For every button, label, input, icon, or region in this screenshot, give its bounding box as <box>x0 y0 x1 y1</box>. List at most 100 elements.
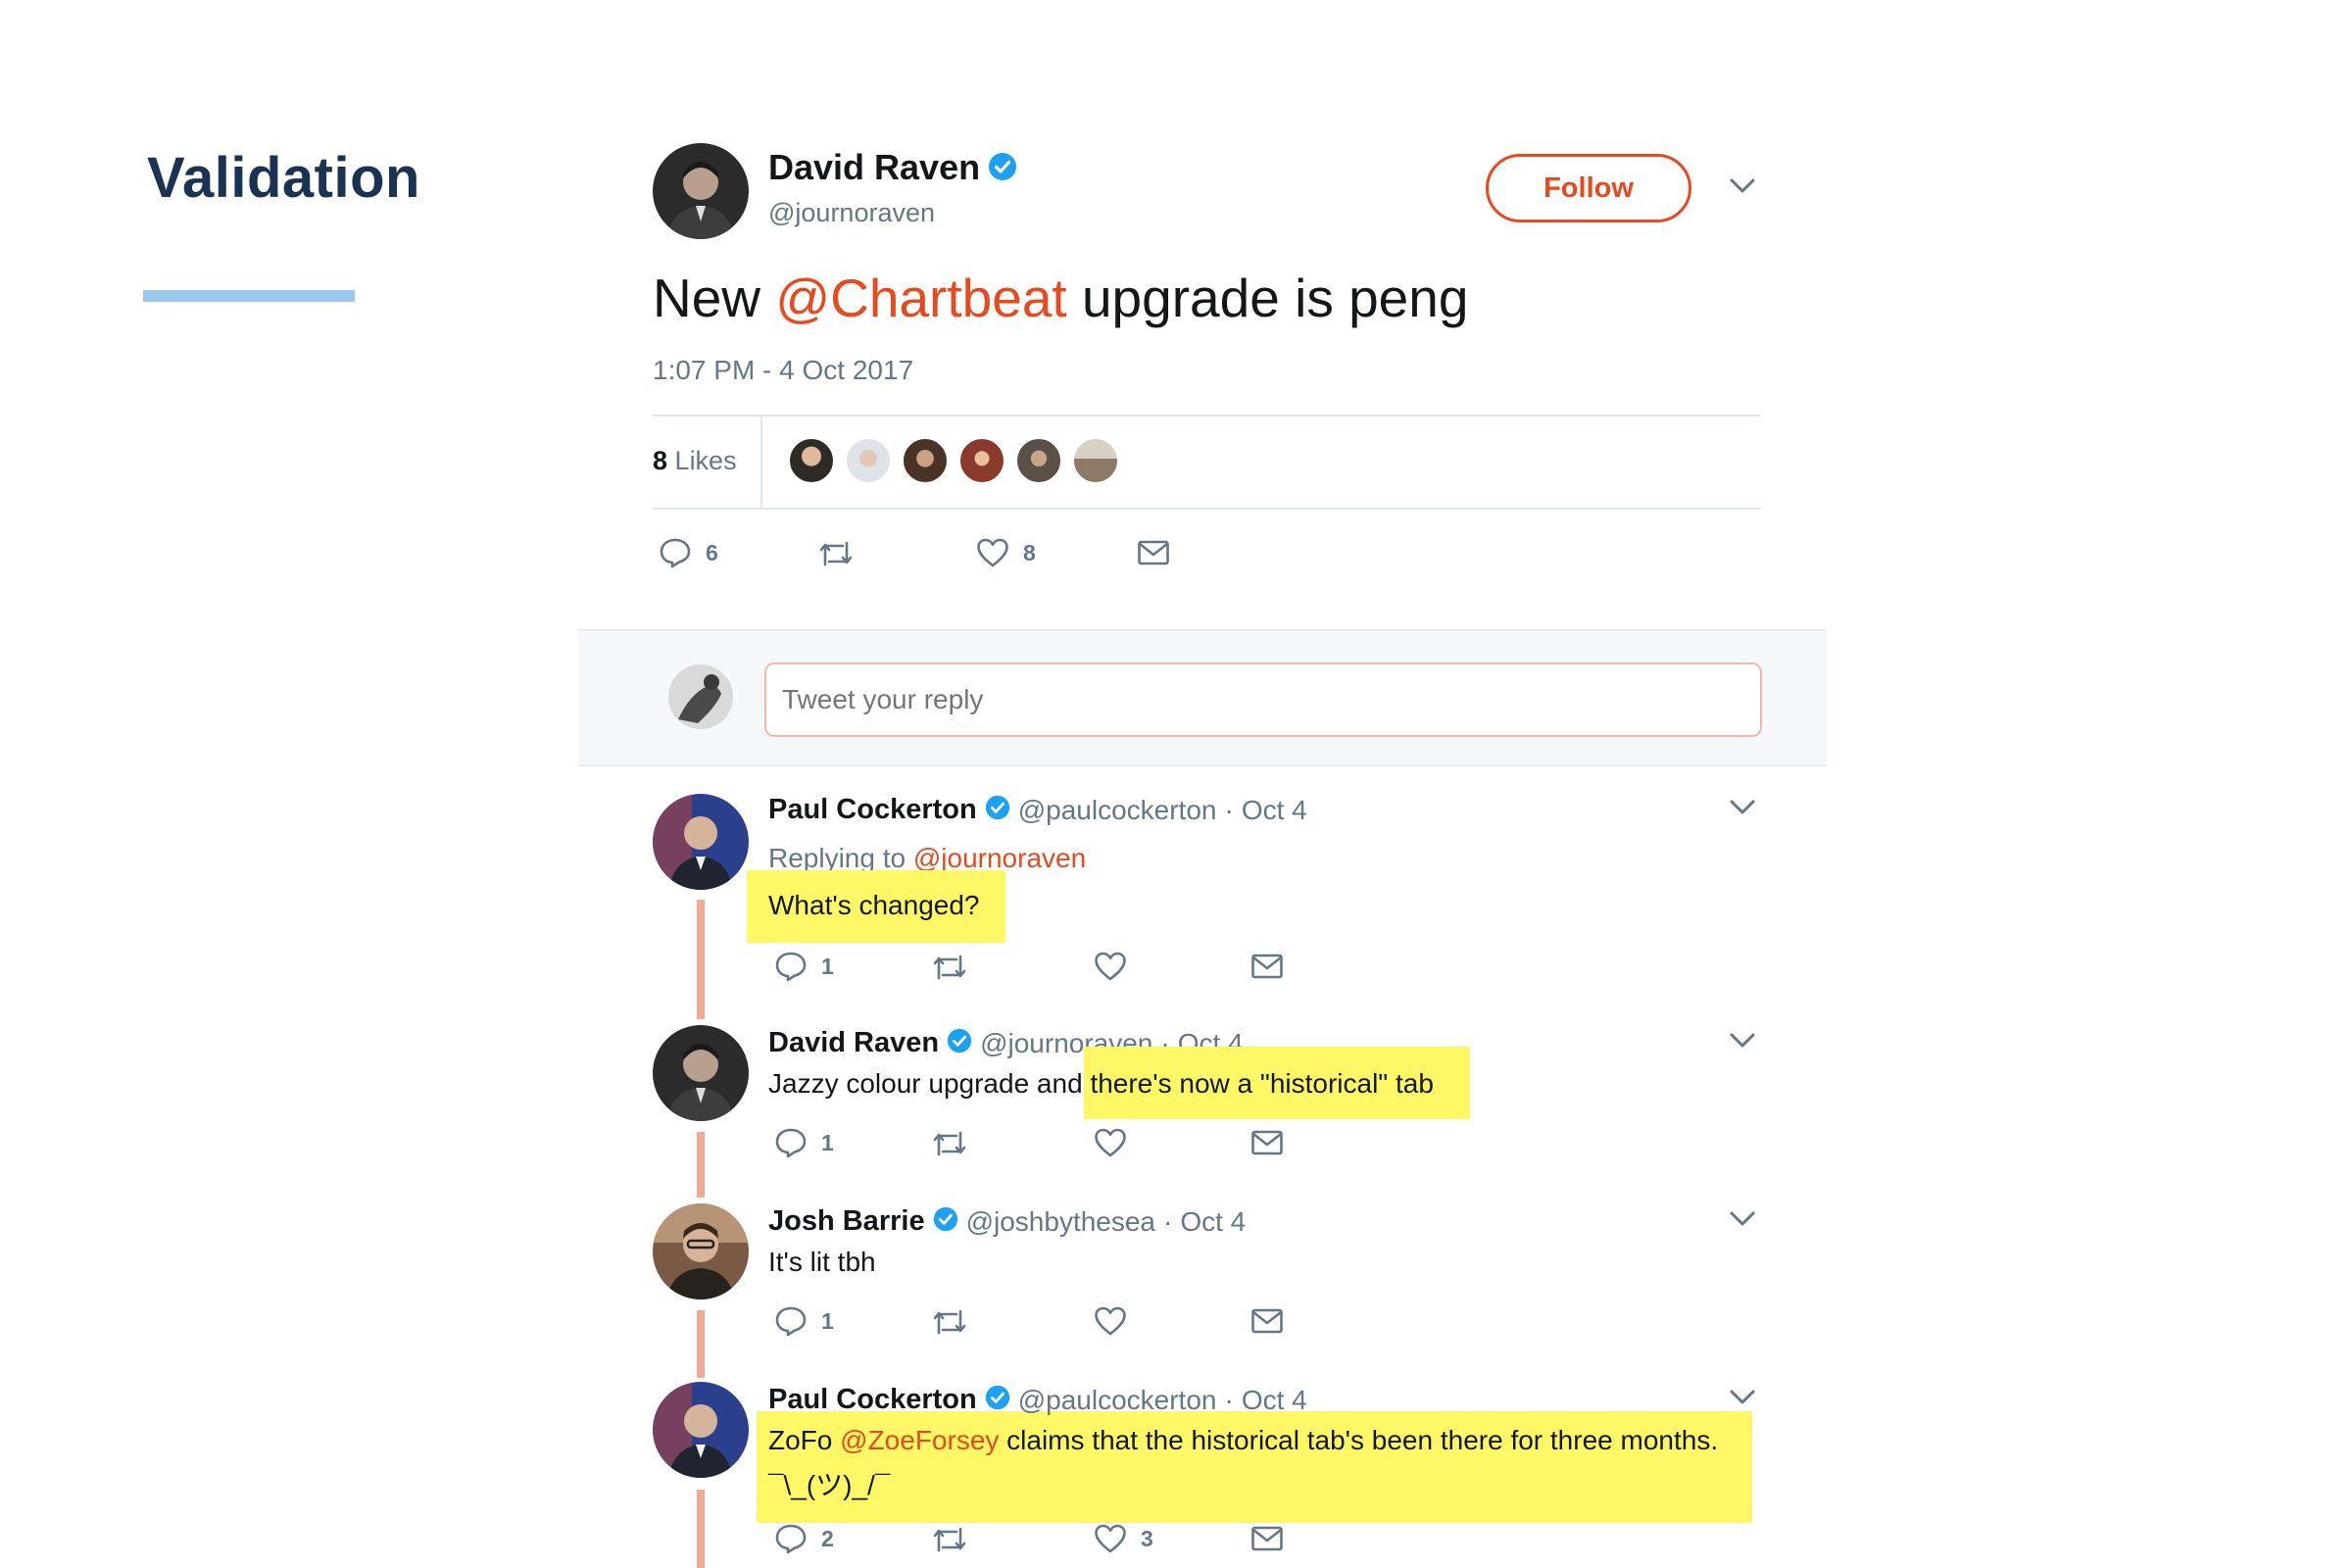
thread-line <box>697 900 705 1019</box>
reply-author-avatar[interactable] <box>653 1025 749 1121</box>
heart-icon <box>1094 1127 1127 1158</box>
envelope-icon <box>1250 1525 1284 1552</box>
direct-message-action[interactable] <box>1250 1307 1284 1335</box>
mention-link[interactable]: @Chartbeat <box>775 268 1066 328</box>
verified-badge-icon <box>947 1028 972 1058</box>
retweet-action[interactable] <box>931 1525 968 1554</box>
direct-message-action[interactable] <box>1250 953 1284 980</box>
reply-author-avatar[interactable] <box>653 1382 749 1478</box>
like-count: 8 <box>1023 539 1036 565</box>
tweet-text: New @Chartbeat upgrade is peng <box>653 267 1468 329</box>
reply-header: Josh Barrie @joshbythesea · Oct 4 <box>768 1205 1246 1238</box>
meta-separator: · <box>1224 1384 1234 1415</box>
divider <box>653 508 1760 510</box>
heart-icon <box>1094 1305 1127 1337</box>
reply-count: 6 <box>706 539 718 565</box>
like-action[interactable]: 3 <box>1094 1523 1153 1554</box>
shrug-emoticon: ¯\_(ツ)_/¯ <box>768 1470 891 1500</box>
author-avatar[interactable] <box>653 143 749 239</box>
reply-action[interactable]: 1 <box>774 1127 834 1158</box>
tweet-timestamp[interactable]: 1:07 PM - 4 Oct 2017 <box>653 355 913 386</box>
reply-author-name[interactable]: Paul Cockerton <box>768 1384 977 1416</box>
retweet-icon <box>817 539 855 568</box>
likes-summary[interactable]: 8 Likes <box>653 446 737 476</box>
chevron-down-icon[interactable] <box>1729 1031 1756 1055</box>
heart-icon <box>976 537 1009 568</box>
author-handle[interactable]: @journoraven <box>768 198 935 228</box>
liker-avatar[interactable] <box>845 437 892 484</box>
retweet-action[interactable] <box>817 539 855 568</box>
thread-line <box>697 1132 705 1198</box>
reply-author-handle[interactable]: @joshbythesea <box>966 1206 1155 1238</box>
envelope-icon <box>1250 1307 1284 1335</box>
liker-avatar[interactable] <box>958 437 1005 484</box>
divider <box>653 415 1760 416</box>
reply-header: Paul Cockerton @paulcockerton · Oct 4 <box>768 1384 1307 1416</box>
reply-text: Jazzy colour upgrade and there's now a "… <box>768 1068 1434 1100</box>
direct-message-action[interactable] <box>1137 539 1170 566</box>
verified-badge-icon <box>985 795 1010 825</box>
reply-action[interactable]: 1 <box>774 1305 834 1337</box>
reply-author-name[interactable]: Josh Barrie <box>768 1205 925 1238</box>
retweet-action[interactable] <box>931 1129 968 1158</box>
retweet-icon <box>931 1307 968 1337</box>
chevron-down-icon[interactable] <box>1729 1388 1756 1412</box>
retweet-icon <box>931 1525 968 1554</box>
likes-label: Likes <box>674 446 737 475</box>
reply-action[interactable]: 2 <box>774 1523 834 1554</box>
like-action[interactable] <box>1094 1305 1127 1337</box>
chevron-down-icon[interactable] <box>1729 1209 1756 1234</box>
follow-button[interactable]: Follow <box>1486 154 1691 222</box>
reply-action[interactable]: 1 <box>774 951 834 982</box>
retweet-action[interactable] <box>931 953 968 982</box>
direct-message-action[interactable] <box>1250 1129 1284 1156</box>
reply-text: ZoFo @ZoeForsey claims that the historic… <box>768 1425 1718 1456</box>
like-count: 3 <box>1141 1525 1153 1551</box>
tweet-text-prefix: New <box>653 268 776 328</box>
reply-date[interactable]: Oct 4 <box>1180 1206 1246 1238</box>
reply-header: Paul Cockerton @paulcockerton · Oct 4 <box>768 794 1307 826</box>
reply-icon <box>774 951 808 982</box>
reply-text: What's changed? <box>768 890 980 920</box>
reply-author-handle[interactable]: @paulcockerton <box>1018 795 1217 826</box>
envelope-icon <box>1250 1129 1284 1156</box>
section-underline <box>143 290 355 302</box>
envelope-icon <box>1137 539 1170 566</box>
like-action[interactable] <box>1094 1127 1127 1158</box>
chevron-down-icon[interactable] <box>1729 176 1756 201</box>
retweet-action[interactable] <box>931 1307 968 1337</box>
verified-badge-icon <box>985 1385 1010 1415</box>
reply-text: It's lit tbh <box>768 1247 876 1277</box>
reply-input[interactable] <box>764 662 1762 737</box>
heart-icon <box>1094 1523 1127 1554</box>
chevron-down-icon[interactable] <box>1729 798 1756 822</box>
reply-author-avatar[interactable] <box>653 794 749 890</box>
verified-badge-icon <box>988 152 1017 186</box>
reply-author-handle[interactable]: @paulcockerton <box>1018 1385 1217 1416</box>
meta-separator: · <box>1163 1205 1173 1237</box>
like-action[interactable]: 8 <box>976 537 1036 568</box>
reply-icon <box>659 537 692 568</box>
like-action[interactable] <box>1094 951 1127 982</box>
mention-link[interactable]: @journoraven <box>913 843 1086 873</box>
liker-avatar[interactable] <box>1015 437 1062 484</box>
author-name[interactable]: David Raven <box>768 147 980 188</box>
mention-link[interactable]: @ZoeForsey <box>840 1425 999 1455</box>
reply-count: 1 <box>821 1129 834 1155</box>
tweet-text-suffix: upgrade is peng <box>1066 268 1469 328</box>
liker-avatar[interactable] <box>1072 437 1119 484</box>
current-user-avatar <box>668 664 733 729</box>
heart-icon <box>1094 951 1127 982</box>
reply-action[interactable]: 6 <box>659 537 718 568</box>
reply-author-avatar[interactable] <box>653 1203 749 1299</box>
reply-text-prefix: ZoFo <box>768 1425 841 1455</box>
liker-avatar[interactable] <box>902 437 949 484</box>
envelope-icon <box>1250 953 1284 980</box>
liker-avatar[interactable] <box>788 437 835 484</box>
reply-author-name[interactable]: David Raven <box>768 1027 939 1059</box>
direct-message-action[interactable] <box>1250 1525 1284 1552</box>
reply-author-name[interactable]: Paul Cockerton <box>768 794 977 826</box>
reply-text-plain: Jazzy colour upgrade and <box>768 1068 1091 1099</box>
reply-date[interactable]: Oct 4 <box>1242 1385 1307 1416</box>
reply-date[interactable]: Oct 4 <box>1242 795 1307 826</box>
